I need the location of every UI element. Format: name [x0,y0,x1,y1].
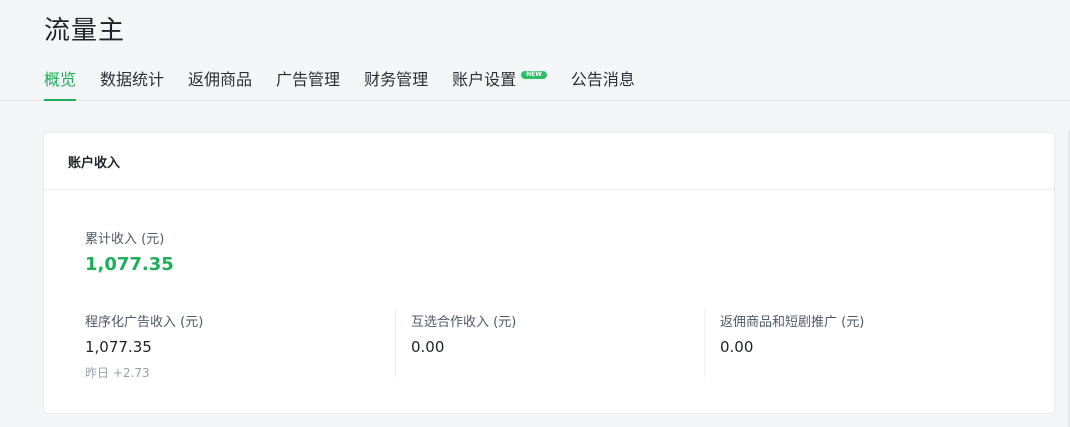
total-income-value: 1,077.35 [85,254,174,275]
tab-commission-products[interactable]: 返佣商品 [188,62,252,100]
tab-overview[interactable]: 概览 [44,62,77,101]
tab-label: 广告管理 [276,70,341,89]
stat-label: 返佣商品和短剧推广 (元) [720,315,865,330]
stat-value: 1,077.35 [85,338,152,356]
account-income-card: 账户收入 累计收入 (元) 1,077.35 程序化广告收入 (元) 1,077… [43,132,1055,414]
stat-divider [395,309,396,377]
stat-divider [704,309,705,377]
tab-label: 财务管理 [364,70,429,89]
stat-value: 0.00 [411,338,445,356]
card-title: 账户收入 [68,155,121,171]
tab-label: 公告消息 [570,70,635,89]
tab-label: 账户设置 [452,70,517,89]
main-tabs: 概览 数据统计 返佣商品 广告管理 财务管理 账户设置 NEW 公告消息 [44,62,659,101]
commission-drama-promotion-stat: 返佣商品和短剧推广 (元) 0.00 [720,311,864,379]
stat-value: 0.00 [720,338,754,356]
tab-announcements[interactable]: 公告消息 [571,62,635,100]
stat-label: 互选合作收入 (元) [411,315,517,330]
card-header: 账户收入 [44,133,1054,190]
tab-label: 数据统计 [100,70,165,89]
new-badge: NEW [521,71,547,79]
tab-label: 概览 [44,70,77,89]
tab-data-statistics[interactable]: 数据统计 [100,62,164,100]
stat-yesterday-change: 昨日 +2.73 [85,366,150,380]
tab-label: 返佣商品 [188,70,253,89]
programmatic-ad-income-stat: 程序化广告收入 (元) 1,077.35 昨日 +2.73 [85,311,204,380]
page-header: 流量主 概览 数据统计 返佣商品 广告管理 财务管理 账户设置 NEW 公告消息 [0,0,1070,101]
tab-ad-management[interactable]: 广告管理 [276,62,340,100]
tab-finance-management[interactable]: 财务管理 [364,62,428,100]
total-income-label: 累计收入 (元) [85,232,165,247]
tab-account-settings[interactable]: 账户设置 NEW [452,62,547,100]
stat-label: 程序化广告收入 (元) [85,315,204,330]
app-title: 流量主 [44,16,126,46]
mutual-selection-income-stat: 互选合作收入 (元) 0.00 [411,311,516,379]
